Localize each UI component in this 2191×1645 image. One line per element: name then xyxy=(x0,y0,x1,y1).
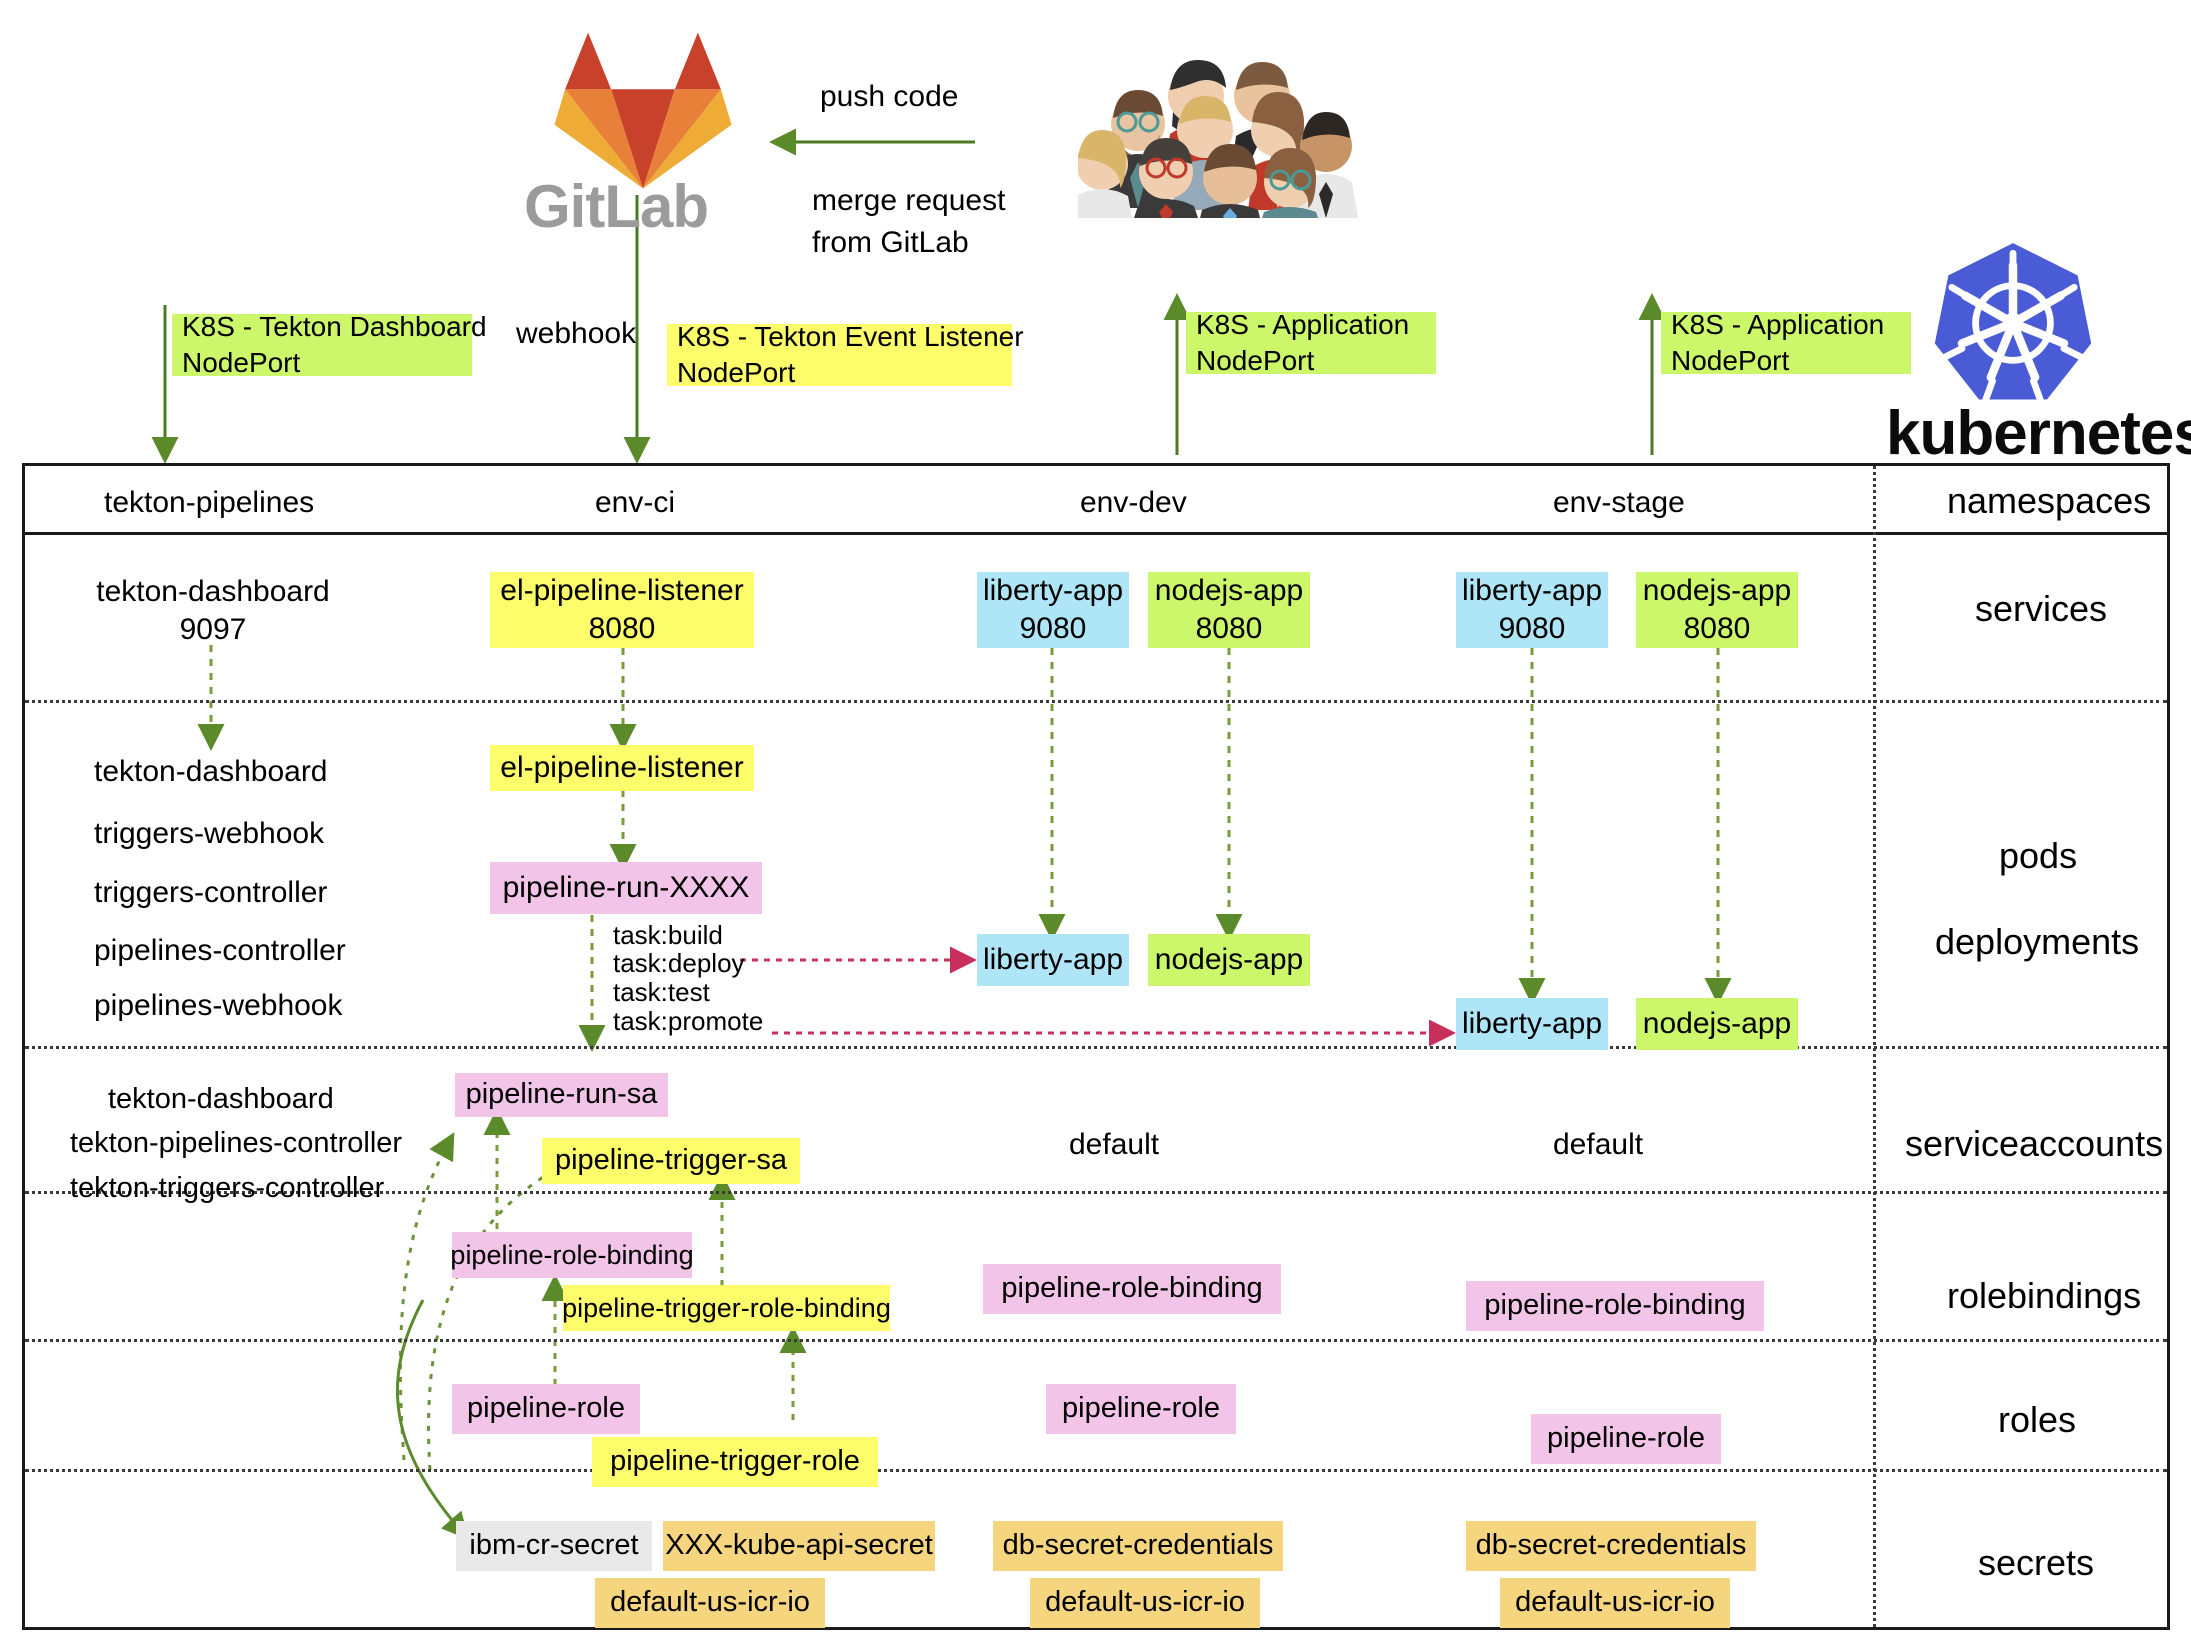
role-env-ci-pipeline-role: pipeline-role xyxy=(452,1384,640,1434)
sa-tekton-triggers-controller: tekton-triggers-controller xyxy=(70,1172,385,1204)
diagram-canvas: GitLab kubernetes push code merge reques… xyxy=(0,0,2191,1645)
team-people-icon xyxy=(1074,38,1360,228)
namespace-header-env-dev: env-dev xyxy=(1080,486,1187,519)
service-name: liberty-app xyxy=(982,573,1124,607)
service-name: liberty-app xyxy=(1461,573,1603,607)
resource-label-deployments: deployments xyxy=(1935,921,2140,962)
service-port: 9080 xyxy=(1498,612,1566,645)
resource-kind-column-divider xyxy=(1873,466,1876,1627)
task-promote-label: task:promote xyxy=(613,1006,764,1036)
gitlab-wordmark: GitLab xyxy=(524,173,709,240)
row-divider-rolebindings xyxy=(25,1339,2167,1342)
pod-pipelines-webhook: pipelines-webhook xyxy=(94,989,343,1022)
pod-el-pipeline-listener: el-pipeline-listener xyxy=(490,745,754,791)
callout-line2: NodePort xyxy=(677,357,796,388)
service-port: 9097 xyxy=(179,613,247,646)
row-divider-pods xyxy=(25,1046,2167,1049)
pod-triggers-controller: triggers-controller xyxy=(94,876,328,909)
namespace-header-env-ci: env-ci xyxy=(595,486,676,519)
service-port: 8080 xyxy=(1683,612,1751,645)
rolebinding-env-dev-pipeline-role-binding: pipeline-role-binding xyxy=(983,1264,1281,1314)
pod-pipelines-controller: pipelines-controller xyxy=(94,934,346,967)
secret-env-stage-default-us-icr-io: default-us-icr-io xyxy=(1500,1578,1730,1628)
pod-env-dev-nodejs-app: nodejs-app xyxy=(1148,934,1310,986)
pod-pipeline-run: pipeline-run-XXXX xyxy=(490,862,762,914)
role-env-ci-pipeline-trigger-role: pipeline-trigger-role xyxy=(592,1437,878,1487)
row-divider-services xyxy=(25,700,2167,703)
callout-line2: NodePort xyxy=(1196,345,1315,376)
service-port: 8080 xyxy=(588,612,656,645)
service-name: nodejs-app xyxy=(1154,573,1304,607)
service-env-stage-liberty-app: liberty-app 9080 xyxy=(1456,572,1608,648)
sa-env-stage-default: default xyxy=(1553,1128,1644,1161)
pod-triggers-webhook: triggers-webhook xyxy=(94,817,325,850)
role-env-stage-pipeline-role: pipeline-role xyxy=(1531,1414,1721,1464)
pod-tekton-dashboard: tekton-dashboard xyxy=(94,755,328,788)
sa-tekton-dashboard: tekton-dashboard xyxy=(108,1083,334,1115)
sa-pipeline-trigger-sa: pipeline-trigger-sa xyxy=(542,1138,800,1184)
callout-line1: K8S - Application xyxy=(1196,309,1410,341)
resource-label-namespaces: namespaces xyxy=(1947,480,2152,521)
service-env-dev-nodejs-app: nodejs-app 8080 xyxy=(1148,572,1310,648)
callout-line2: NodePort xyxy=(182,347,301,378)
secret-env-ci-xxx-kube-api-secret: XXX-kube-api-secret xyxy=(663,1521,935,1571)
merge-request-label-line2: from GitLab xyxy=(812,226,969,259)
namespace-header-tekton-pipelines: tekton-pipelines xyxy=(104,486,315,519)
callout-tekton-event-listener-nodeport: K8S - Tekton Event Listener NodePort xyxy=(667,321,1024,388)
callout-line2: NodePort xyxy=(1671,345,1790,376)
resource-label-pods: pods xyxy=(1999,835,2078,876)
callout-line1: K8S - Application xyxy=(1671,309,1885,341)
service-env-dev-liberty-app: liberty-app 9080 xyxy=(977,572,1129,648)
kubernetes-wordmark: kubernetes xyxy=(1886,399,2191,468)
rolebinding-env-ci-pipeline-trigger-role-binding: pipeline-trigger-role-binding xyxy=(562,1285,891,1331)
service-tekton-dashboard: tekton-dashboard 9097 xyxy=(96,575,330,647)
secret-env-dev-default-us-icr-io: default-us-icr-io xyxy=(1030,1578,1260,1628)
pod-env-dev-liberty-app: liberty-app xyxy=(977,934,1129,986)
service-name: el-pipeline-listener xyxy=(500,573,744,607)
service-env-stage-nodejs-app: nodejs-app 8080 xyxy=(1636,572,1798,648)
service-name: nodejs-app xyxy=(1642,573,1792,607)
callout-application-nodeport-dev: K8S - Application NodePort xyxy=(1186,309,1436,376)
gitlab-logo-icon xyxy=(548,22,738,192)
pod-env-stage-liberty-app: liberty-app xyxy=(1456,998,1608,1050)
resource-label-roles: roles xyxy=(1998,1399,2077,1440)
push-code-label: push code xyxy=(820,80,959,113)
task-test-label: task:test xyxy=(613,977,710,1007)
sa-tekton-pipelines-controller: tekton-pipelines-controller xyxy=(70,1127,403,1159)
pod-env-stage-nodejs-app: nodejs-app xyxy=(1636,998,1798,1050)
secret-env-stage-db-secret-credentials: db-secret-credentials xyxy=(1466,1521,1756,1571)
resource-label-services: services xyxy=(1975,588,2108,629)
service-name: tekton-dashboard xyxy=(96,574,330,608)
service-port: 9080 xyxy=(1019,612,1087,645)
kubernetes-logo-icon xyxy=(1923,238,2103,408)
role-env-dev-pipeline-role: pipeline-role xyxy=(1046,1384,1236,1434)
callout-tekton-dashboard-nodeport: K8S - Tekton Dashboard NodePort xyxy=(172,311,487,378)
sa-env-dev-default: default xyxy=(1069,1128,1160,1161)
row-divider-header xyxy=(25,532,2167,535)
webhook-label: webhook xyxy=(516,317,637,350)
row-divider-roles xyxy=(25,1469,2167,1472)
task-build-label: task:build xyxy=(613,920,723,950)
resource-label-rolebindings: rolebindings xyxy=(1947,1275,2142,1316)
resource-label-serviceaccounts: serviceaccounts xyxy=(1905,1123,2164,1164)
secret-env-ci-ibm-cr-secret: ibm-cr-secret xyxy=(456,1521,652,1571)
callout-application-nodeport-stage: K8S - Application NodePort xyxy=(1661,309,1911,376)
service-port: 8080 xyxy=(1195,612,1263,645)
task-deploy-label: task:deploy xyxy=(613,948,745,978)
callout-line1: K8S - Tekton Dashboard xyxy=(182,311,487,343)
merge-request-label-line1: merge request xyxy=(812,184,1006,217)
rolebinding-env-ci-pipeline-role-binding: pipeline-role-binding xyxy=(450,1232,694,1278)
resource-label-secrets: secrets xyxy=(1978,1542,2095,1583)
secret-env-ci-default-us-icr-io: default-us-icr-io xyxy=(595,1578,825,1628)
callout-line1: K8S - Tekton Event Listener xyxy=(677,321,1024,353)
sa-pipeline-run-sa: pipeline-run-sa xyxy=(455,1073,668,1117)
namespace-header-env-stage: env-stage xyxy=(1553,486,1685,519)
service-el-pipeline-listener: el-pipeline-listener 8080 xyxy=(490,572,754,648)
secret-env-dev-db-secret-credentials: db-secret-credentials xyxy=(993,1521,1283,1571)
rolebinding-env-stage-pipeline-role-binding: pipeline-role-binding xyxy=(1466,1281,1764,1331)
